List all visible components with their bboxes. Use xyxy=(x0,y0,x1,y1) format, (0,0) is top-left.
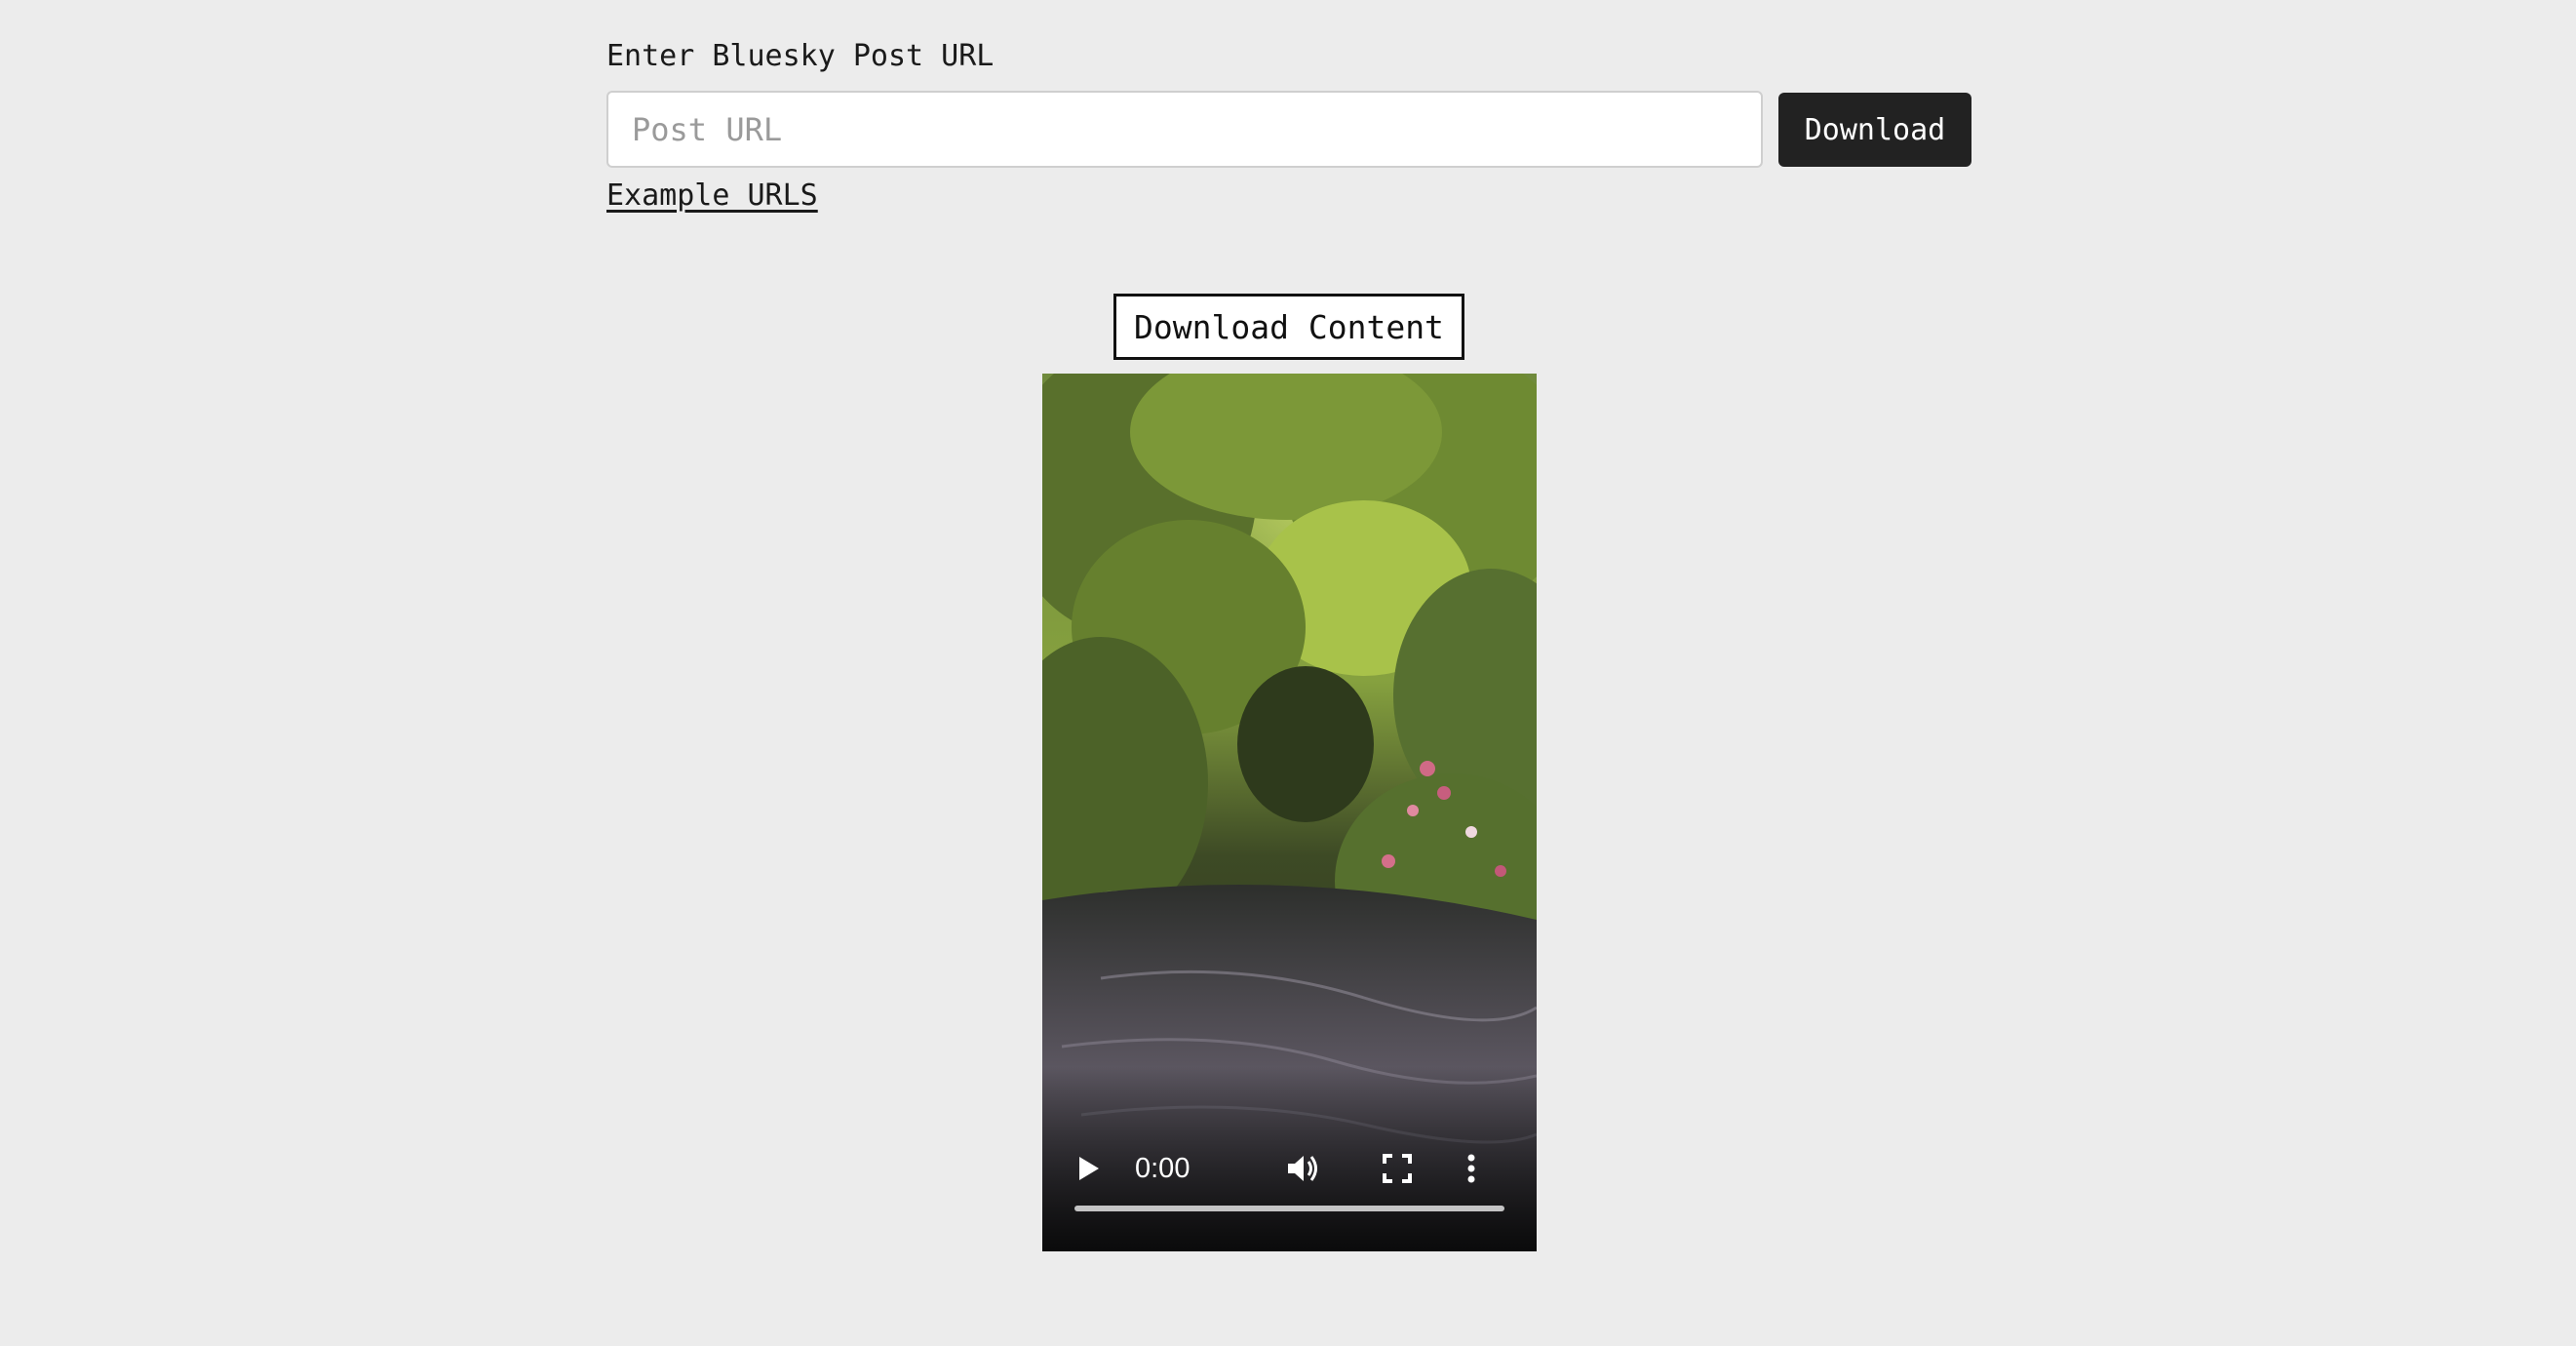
video-player[interactable]: 0:00 xyxy=(1042,374,1537,1251)
more-vert-icon[interactable] xyxy=(1453,1150,1490,1187)
download-content-button[interactable]: Download Content xyxy=(1113,294,1464,360)
video-progress-bar[interactable] xyxy=(1074,1206,1504,1211)
play-icon[interactable] xyxy=(1070,1151,1105,1186)
example-urls-link[interactable]: Example URLS xyxy=(606,177,818,216)
form-label: Enter Bluesky Post URL xyxy=(606,39,995,73)
video-time: 0:00 xyxy=(1135,1153,1190,1184)
volume-icon[interactable] xyxy=(1283,1150,1322,1187)
download-button[interactable]: Download xyxy=(1778,93,1971,167)
post-url-input[interactable] xyxy=(606,91,1763,168)
fullscreen-icon[interactable] xyxy=(1379,1150,1416,1187)
